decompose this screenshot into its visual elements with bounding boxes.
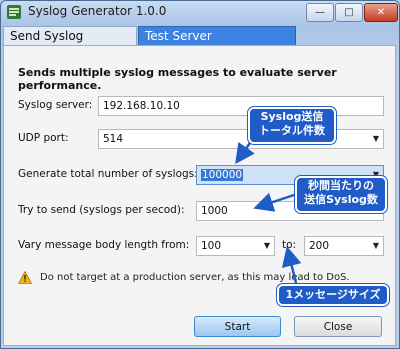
callout-arrow-rate <box>253 192 295 212</box>
callout-total: Syslog送信 トータル件数 <box>248 107 336 144</box>
callout-rate-line1: 秒間当たりの <box>308 179 374 192</box>
callout-size: 1メッセージサイズ <box>277 284 389 306</box>
callout-rate-line2: 送信Syslog数 <box>304 193 378 206</box>
callout-total-line1: Syslog送信 <box>260 110 324 123</box>
callout-rate: 秒間当たりの 送信Syslog数 <box>295 176 387 213</box>
callout-total-line2: トータル件数 <box>259 124 325 137</box>
callout-arrow-size <box>281 246 302 284</box>
